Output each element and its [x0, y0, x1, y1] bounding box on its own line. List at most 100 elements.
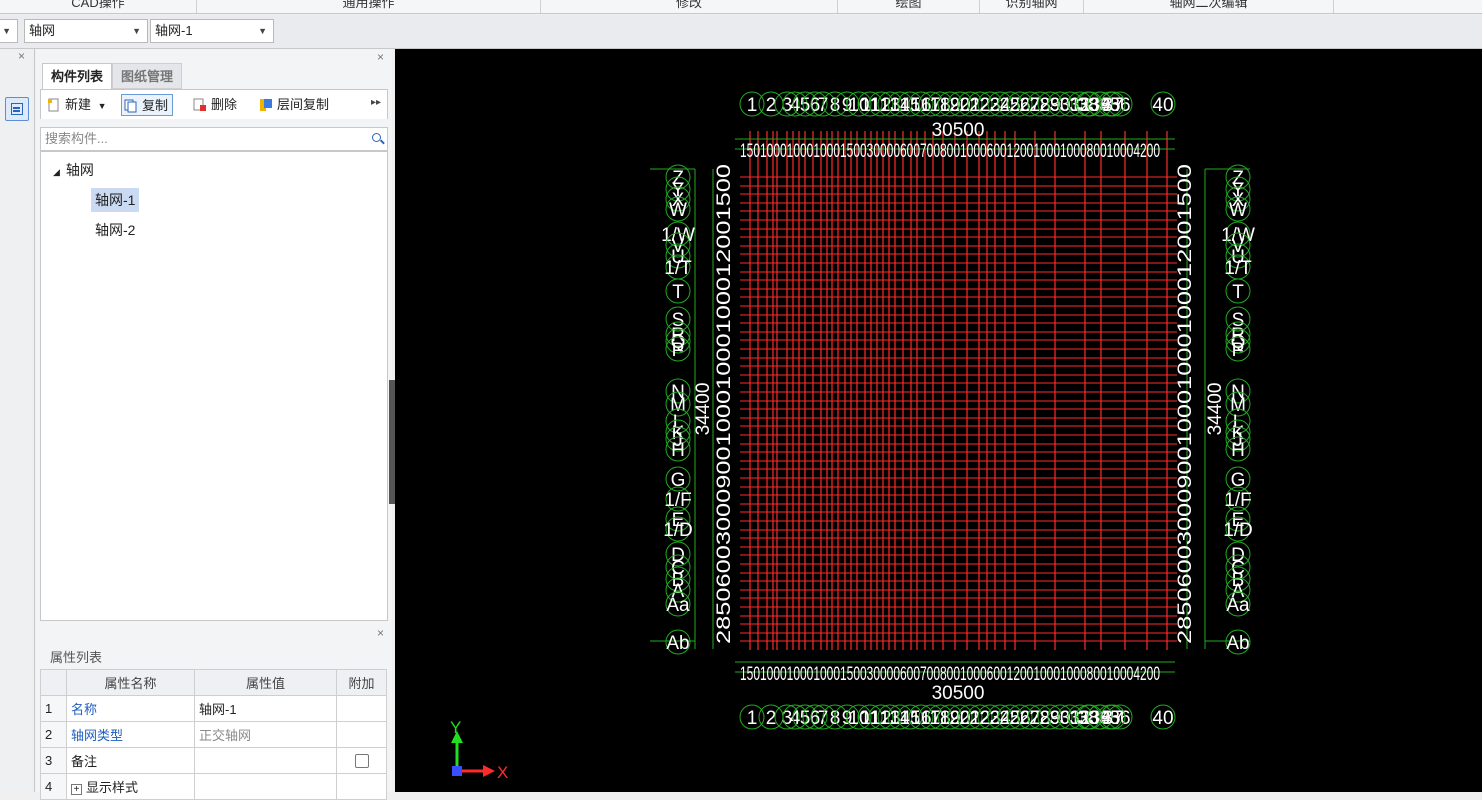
- extra-header: 附加: [336, 669, 387, 696]
- property-table: 属性名称 属性值 附加 1 名称 轴网-1 2 轴网类型 正交轴网 3 备注 4…: [40, 669, 387, 800]
- axis-label: 40: [1152, 95, 1173, 116]
- element-toolbar: ▼ 轴网 ▼ 轴网-1 ▼: [0, 15, 1482, 49]
- component-toolbar: 新建 ▼ 复制 删除 层间复制 ▸▸: [40, 89, 388, 119]
- ribbon-group-axis-edit[interactable]: 轴网二次编辑: [1084, 0, 1334, 13]
- extra-cell: [336, 747, 387, 774]
- total-dimension-bottom: 30500: [932, 683, 985, 704]
- component-search-input[interactable]: 搜索构件...: [40, 127, 388, 151]
- ucs-x-arrow: [483, 765, 495, 777]
- first-dropdown-tail[interactable]: ▼: [0, 19, 18, 43]
- delete-icon: [193, 98, 206, 111]
- close-icon[interactable]: ×: [377, 50, 384, 64]
- extra-cell: [336, 773, 387, 800]
- element-name-value: 轴网-1: [155, 23, 193, 38]
- delete-button[interactable]: 删除: [191, 94, 237, 116]
- axis-label: 1/F: [1224, 490, 1251, 511]
- search-placeholder: 搜索构件...: [45, 131, 108, 146]
- search-icon[interactable]: [372, 133, 381, 142]
- ucs-y-label: Y: [450, 718, 461, 737]
- element-name-dropdown[interactable]: 轴网-1 ▼: [150, 19, 274, 43]
- floor-copy-button-label: 层间复制: [277, 97, 330, 112]
- copy-icon: [124, 99, 137, 113]
- expand-icon[interactable]: +: [71, 784, 82, 795]
- table-header-row: 属性名称 属性值 附加: [40, 669, 387, 696]
- delete-button-label: 删除: [211, 97, 238, 112]
- element-type-value: 轴网: [29, 23, 56, 38]
- axis-grid-drawing[interactable]: 1122334455667788991010111112121313141415…: [395, 49, 1482, 792]
- copy-button-label: 复制: [142, 98, 169, 113]
- component-list-panel: × 构件列表 图纸管理 新建 ▼ 复制 删除 层间复制 ▸▸ 搜索构件... ◢…: [36, 49, 392, 625]
- new-button-label: 新建: [65, 97, 92, 112]
- chevron-down-icon: ▼: [2, 26, 11, 36]
- axis-label: T: [1232, 282, 1244, 303]
- axis-label: 1/F: [664, 490, 691, 511]
- ribbon-group-general[interactable]: 通用操作: [197, 0, 541, 13]
- attach-checkbox[interactable]: [354, 754, 369, 769]
- property-name: 名称: [66, 695, 195, 722]
- axis-label: 40: [1152, 708, 1173, 729]
- element-type-dropdown[interactable]: 轴网 ▼: [24, 19, 148, 43]
- segment-dimensions-bottom: 1501000100010001500300006007008001000600…: [740, 664, 1160, 685]
- ribbon-group-recognize-axis[interactable]: 识别轴网: [980, 0, 1084, 13]
- axis-label: 38: [1077, 708, 1098, 729]
- chevron-down-icon: ▼: [132, 26, 141, 36]
- property-value-input[interactable]: [194, 747, 337, 774]
- list-icon: [11, 103, 23, 115]
- component-list-toggle-button[interactable]: [5, 97, 29, 121]
- component-tree: ◢ 轴网 轴网-1 轴网-2: [40, 151, 388, 621]
- axis-label: 1: [747, 708, 758, 729]
- extra-cell: [336, 721, 387, 748]
- left-nav-strip: ×: [0, 49, 35, 792]
- ribbon-group-draw[interactable]: 绘图: [838, 0, 980, 13]
- value-header: 属性值: [194, 669, 337, 696]
- tab-drawing-management[interactable]: 图纸管理: [112, 63, 183, 89]
- axis-label: 37: [1102, 95, 1123, 116]
- tree-root-node[interactable]: ◢ 轴网: [49, 158, 98, 182]
- table-row[interactable]: 3 备注: [40, 747, 387, 774]
- copy-button[interactable]: 复制: [121, 94, 174, 116]
- drawing-canvas[interactable]: 1 1 2 2 3 3 4 4 5 5 6 6 7 7 8 8 9 9 10 10 11 11 12 12 13 13 14 14 15…: [395, 49, 1482, 792]
- row-index: 3: [40, 747, 67, 774]
- close-icon[interactable]: ×: [18, 49, 25, 63]
- axis-label: H: [1231, 440, 1245, 461]
- table-row[interactable]: 2 轴网类型 正交轴网: [40, 721, 387, 748]
- ribbon-group-cad[interactable]: CAD操作: [0, 0, 197, 13]
- property-panel: × 属性列表 属性名称 属性值 附加 1 名称 轴网-1 2 轴网类型 正交轴网…: [36, 625, 392, 800]
- row-index: 4: [40, 773, 67, 800]
- panel-tabs: 构件列表 图纸管理: [42, 63, 183, 89]
- ucs-x-label: X: [497, 763, 508, 782]
- axis-label: P: [1232, 340, 1245, 361]
- axis-label: 1/T: [1224, 258, 1252, 279]
- new-file-icon: [48, 98, 59, 112]
- tab-component-list[interactable]: 构件列表: [42, 63, 113, 89]
- tree-item-axis-1[interactable]: 轴网-1: [91, 188, 140, 212]
- table-row[interactable]: 1 名称 轴网-1: [40, 695, 387, 722]
- property-value-input[interactable]: 轴网-1: [194, 695, 337, 722]
- total-dimension-right: 34400: [1205, 383, 1226, 436]
- axis-label: 1/D: [1223, 520, 1253, 541]
- chevron-down-icon: ▼: [97, 101, 107, 111]
- collapse-icon[interactable]: ◢: [53, 167, 60, 177]
- overflow-icon[interactable]: ▸▸: [371, 97, 381, 108]
- property-name: 轴网类型: [66, 721, 195, 748]
- ribbon-group-modify[interactable]: 修改: [541, 0, 838, 13]
- name-header: 属性名称: [66, 669, 195, 696]
- segment-dimensions-top: 1501000100010001500300006007008001000600…: [740, 141, 1160, 162]
- axis-label: Aa: [666, 595, 690, 616]
- segment-dimensions-right: 2850600300090010001000100012001500: [1175, 164, 1196, 644]
- extra-cell: [336, 695, 387, 722]
- property-panel-title: 属性列表: [50, 650, 103, 665]
- floor-copy-button[interactable]: 层间复制: [257, 94, 329, 116]
- tree-item-axis-2[interactable]: 轴网-2: [91, 218, 139, 242]
- total-dimension-left: 34400: [693, 383, 714, 436]
- axis-label: 1: [747, 95, 758, 116]
- close-icon[interactable]: ×: [377, 626, 384, 640]
- ucs-origin: [452, 766, 462, 776]
- axis-label: W: [1229, 200, 1247, 221]
- axis-label: T: [672, 282, 684, 303]
- new-button[interactable]: 新建 ▼: [45, 94, 107, 116]
- total-dimension-top: 30500: [932, 120, 985, 141]
- table-row[interactable]: 4 + 显示样式: [40, 773, 387, 800]
- axis-label: Ab: [1226, 633, 1249, 654]
- ribbon-group-strip: CAD操作 通用操作 修改 绘图 识别轴网 轴网二次编辑: [0, 0, 1482, 14]
